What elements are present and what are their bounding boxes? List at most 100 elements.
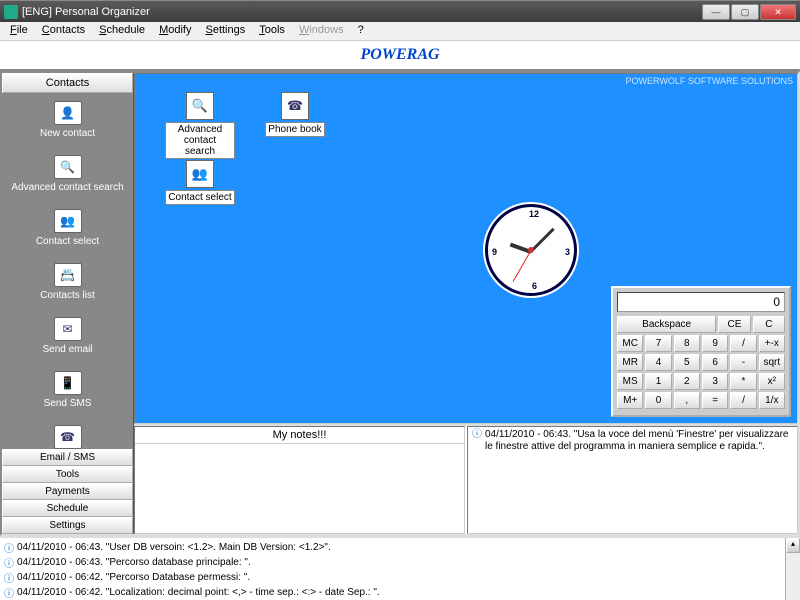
notes-body[interactable] [135, 444, 464, 533]
sidebar-item-label: Contacts list [4, 290, 131, 301]
calc-btn[interactable]: sqrt [759, 354, 785, 371]
calc-btn[interactable]: +-x [759, 335, 785, 352]
sidebar-item-label: Advanced contact search [4, 182, 131, 193]
brand-bar: POWERAG [0, 41, 800, 71]
calc-btn[interactable]: 6 [702, 354, 728, 371]
log-line: ⓘ04/11/2010 - 06:43. "User DB versoin: <… [4, 540, 796, 555]
calc-btn[interactable]: 9 [702, 335, 728, 352]
sidebar-item-contacts-list[interactable]: 📇 Contacts list [2, 255, 133, 309]
desktop-icon-contact-select[interactable]: 👥 Contact select [165, 160, 235, 205]
sidebar-icon: 👤 [54, 101, 82, 125]
sidebar-header[interactable]: Contacts [2, 73, 133, 93]
calc-btn[interactable]: 4 [645, 354, 671, 371]
menu-tools[interactable]: Tools [253, 22, 291, 40]
calc-btn[interactable]: 1/x [759, 392, 785, 409]
calc-btn-c[interactable]: C [753, 316, 785, 333]
notes-title: My notes!!! [135, 427, 464, 444]
sidebar-icon: ✉ [54, 317, 82, 341]
info-icon: ⓘ [4, 555, 14, 570]
calc-btn[interactable]: MS [617, 373, 643, 390]
info-text: 04/11/2010 - 06:43. "Usa la voce del men… [485, 429, 793, 453]
sidebar-button-email-sms[interactable]: Email / SMS [2, 449, 133, 466]
log-line: ⓘ04/11/2010 - 06:42. "Localization: deci… [4, 585, 796, 600]
sidebar: Contacts 👤 New contact 🔍 Advanced contact s… [2, 73, 134, 534]
calc-btn[interactable]: MR [617, 354, 643, 371]
calc-btn[interactable]: 2 [674, 373, 700, 390]
calc-btn[interactable]: / [730, 392, 756, 409]
calc-btn[interactable]: 3 [702, 373, 728, 390]
desktop-area: POWERWOLF SOFTWARE SOLUTIONS 🔍Advanced c… [134, 73, 798, 424]
calc-btn-ce[interactable]: CE [718, 316, 750, 333]
desktop-icon-glyph: 👥 [186, 160, 214, 188]
desktop-icon-label: Phone book [265, 122, 324, 137]
notes-panel: My notes!!! [134, 426, 465, 534]
calc-btn[interactable]: 5 [674, 354, 700, 371]
sidebar-item-send-email[interactable]: ✉ Send email [2, 309, 133, 363]
info-icon: ⓘ [472, 429, 482, 441]
sidebar-button-schedule[interactable]: Schedule [2, 500, 133, 517]
calc-btn-backspace[interactable]: Backspace [617, 316, 716, 333]
sidebar-icon: ☎ [54, 425, 82, 449]
menu-bar: FileContactsScheduleModifySettingsToolsW… [0, 22, 800, 41]
menu-contacts[interactable]: Contacts [36, 22, 91, 40]
vendor-tag: POWERWOLF SOFTWARE SOLUTIONS [625, 76, 793, 86]
calc-display: 0 [617, 292, 785, 312]
info-icon: ⓘ [4, 585, 14, 600]
brand-title: POWERAG [360, 46, 439, 64]
calc-btn[interactable]: 7 [645, 335, 671, 352]
calc-btn[interactable]: x² [759, 373, 785, 390]
window-title: [ENG] Personal Organizer [22, 6, 702, 18]
analog-clock: 12 3 6 9 [485, 204, 577, 296]
calc-btn[interactable]: 1 [645, 373, 671, 390]
calc-btn[interactable]: * [730, 373, 756, 390]
menu-?[interactable]: ? [352, 22, 370, 40]
calc-btn[interactable]: 0 [645, 392, 671, 409]
menu-modify[interactable]: Modify [153, 22, 197, 40]
calc-btn[interactable]: / [730, 335, 756, 352]
sidebar-item-contact-select[interactable]: 👥Contact select [2, 201, 133, 255]
sidebar-item-label: Contact select [4, 236, 131, 247]
menu-windows[interactable]: Windows [293, 22, 350, 40]
calc-btn[interactable]: M+ [617, 392, 643, 409]
calc-btn[interactable]: = [702, 392, 728, 409]
calc-btn[interactable]: - [730, 354, 756, 371]
sidebar-item-label: New contact [4, 128, 131, 139]
desktop-icon-phone-book[interactable]: ☎ Phone book [260, 92, 330, 137]
sidebar-item-label: Send SMS [4, 398, 131, 409]
window-titlebar: [ENG] Personal Organizer — ▢ ✕ [0, 0, 800, 22]
app-icon [4, 5, 18, 19]
info-panel: ⓘ04/11/2010 - 06:43. "Usa la voce del me… [467, 426, 798, 534]
calculator: 0 BackspaceCEC MC789/+-xMR456-sqrtMS123*… [611, 286, 791, 417]
menu-schedule[interactable]: Schedule [93, 22, 151, 40]
menu-settings[interactable]: Settings [199, 22, 251, 40]
log-scrollbar[interactable]: ▴ [785, 538, 800, 600]
sidebar-button-settings[interactable]: Settings [2, 517, 133, 534]
sidebar-button-payments[interactable]: Payments [2, 483, 133, 500]
minimize-button[interactable]: — [702, 4, 730, 20]
desktop-icon-glyph: ☎ [281, 92, 309, 120]
sidebar-icon: 📱 [54, 371, 82, 395]
sidebar-item-new-contact[interactable]: 👤 New contact [2, 93, 133, 147]
calc-btn[interactable]: 8 [674, 335, 700, 352]
sidebar-icon: 🔍 [54, 155, 82, 179]
close-button[interactable]: ✕ [760, 4, 796, 20]
menu-file[interactable]: File [4, 22, 34, 40]
sidebar-item-advanced-contact-search[interactable]: 🔍 Advanced contact search [2, 147, 133, 201]
maximize-button[interactable]: ▢ [731, 4, 759, 20]
log-line: ⓘ04/11/2010 - 06:43. "Percorso database … [4, 555, 796, 570]
desktop-icon-advanced-contact-search[interactable]: 🔍Advanced contact search [165, 92, 235, 159]
sidebar-button-tools[interactable]: Tools [2, 466, 133, 483]
desktop-icon-label: Contact select [165, 190, 234, 205]
info-icon: ⓘ [4, 570, 14, 585]
sidebar-item-send-sms[interactable]: 📱 Send SMS [2, 363, 133, 417]
info-icon: ⓘ [4, 540, 14, 555]
calc-btn[interactable]: , [674, 392, 700, 409]
desktop-icon-label: Advanced contact search [165, 122, 235, 159]
desktop-icon-glyph: 🔍 [186, 92, 214, 120]
sidebar-icon: 📇 [54, 263, 82, 287]
log-line: ⓘ04/11/2010 - 06:42. "Percorso Database … [4, 570, 796, 585]
calc-btn[interactable]: MC [617, 335, 643, 352]
sidebar-item-label: Send email [4, 344, 131, 355]
sidebar-item-phone-book[interactable]: ☎Phone book [2, 417, 133, 449]
log-panel: ⓘ04/11/2010 - 06:43. "User DB versoin: <… [0, 536, 800, 600]
